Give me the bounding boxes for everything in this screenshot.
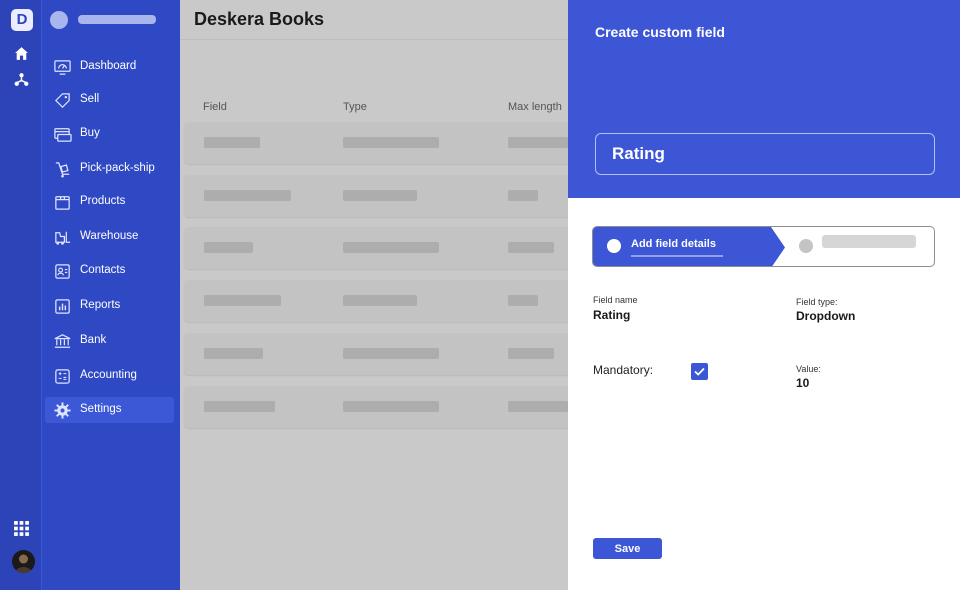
cell-placeholder [508,137,568,148]
table-row [184,227,568,269]
column-header-max-length: Max length [508,101,562,113]
cell-placeholder [508,295,538,306]
cell-placeholder [508,242,554,253]
cell-placeholder [204,190,291,201]
contact-card-icon [55,264,70,279]
cell-placeholder [343,401,439,412]
sidebar-item-bank[interactable]: Bank [45,328,174,354]
box-icon [55,196,70,210]
sidebar-item-settings[interactable]: Settings [45,397,174,423]
sidebar-item-warehouse[interactable]: Warehouse [45,224,174,250]
drawer-header: Create custom field Rating [568,0,960,198]
org-name-placeholder[interactable] [78,15,156,24]
trolley-icon [55,162,70,178]
main-content: Deskera Books Field Type Max length [180,0,568,590]
field-name-input-value: Rating [612,144,665,163]
network-icon[interactable] [13,71,30,88]
cell-placeholder [204,348,263,359]
sidebar-item-label: Contacts [80,264,126,276]
create-custom-field-drawer: Create custom field Rating Add field det… [568,0,960,590]
sidebar-item-pick-pack-ship[interactable]: Pick-pack-ship [45,156,174,182]
calculator-icon [55,369,70,384]
cell-placeholder [343,190,417,201]
cell-placeholder [343,242,439,253]
column-header-field: Field [203,101,227,113]
bank-icon [54,334,71,348]
sidebar-item-reports[interactable]: Reports [45,293,174,319]
cell-placeholder [204,295,281,306]
table-row [184,333,568,375]
sidebar-item-label: Reports [80,299,121,311]
mandatory-checkbox[interactable] [691,363,708,380]
step-2-placeholder[interactable] [822,235,916,248]
app-rail: D [0,0,42,590]
stepper: Add field details [592,226,935,267]
dashboard-icon [54,60,71,75]
field-name-label: Field name [593,295,638,305]
cell-placeholder [343,348,439,359]
sidebar-item-label: Bank [80,334,107,346]
avatar[interactable] [12,550,35,573]
sidebar-item-dashboard[interactable]: Dashboard [45,54,174,80]
sidebar-item-accounting[interactable]: Accounting [45,363,174,389]
sidebar-item-label: Pick-pack-ship [80,162,155,174]
cell-placeholder [343,295,417,306]
step-2-indicator [799,239,813,253]
value-value: 10 [796,376,810,390]
field-type-label: Field type: [796,297,838,307]
org-avatar[interactable] [50,11,68,29]
value-label: Value: [796,364,821,374]
cell-placeholder [204,137,260,148]
sidebar-item-label: Settings [80,403,122,415]
sidebar-item-label: Warehouse [80,230,139,242]
sidebar-item-sell[interactable]: Sell [45,87,174,113]
sidebar-item-label: Dashboard [80,60,137,72]
cell-placeholder [508,401,568,412]
step-1-indicator [607,239,621,253]
sidebar-item-label: Buy [80,127,100,139]
card-icon [54,128,72,142]
cell-placeholder [508,348,554,359]
drawer-title: Create custom field [595,24,725,40]
check-icon [694,367,705,376]
cell-placeholder [204,401,275,412]
tag-icon [54,93,70,109]
field-type-value: Dropdown [796,309,856,323]
table-row [184,280,568,322]
sidebar-item-label: Sell [80,93,100,105]
mandatory-label: Mandatory: [593,363,654,377]
table-row [184,175,568,217]
forklift-icon [55,231,71,245]
step-1-underline [631,255,723,257]
apps-grid-icon[interactable] [13,520,30,537]
table-row [184,122,568,164]
save-button[interactable]: Save [593,538,662,559]
home-icon[interactable] [13,45,30,62]
page-title: Deskera Books [194,9,325,29]
gear-icon [54,402,71,419]
app-logo[interactable]: D [11,9,33,31]
sidebar-item-label: Products [80,195,126,207]
cell-placeholder [508,190,538,201]
cell-placeholder [204,242,253,253]
main-header: Deskera Books [180,0,568,40]
sidebar-item-buy[interactable]: Buy [45,121,174,147]
column-header-type: Type [343,101,367,113]
sidebar-item-contacts[interactable]: Contacts [45,258,174,284]
field-name-value: Rating [593,308,631,322]
sidebar: Dashboard Sell Buy Pick-pack-ship Produc… [42,0,180,590]
cell-placeholder [343,137,439,148]
table-row [184,386,568,428]
field-name-input[interactable]: Rating [595,133,935,175]
sidebar-item-label: Accounting [80,369,137,381]
chart-icon [55,299,70,314]
sidebar-item-products[interactable]: Products [45,189,174,215]
step-1-label[interactable]: Add field details [631,238,716,250]
